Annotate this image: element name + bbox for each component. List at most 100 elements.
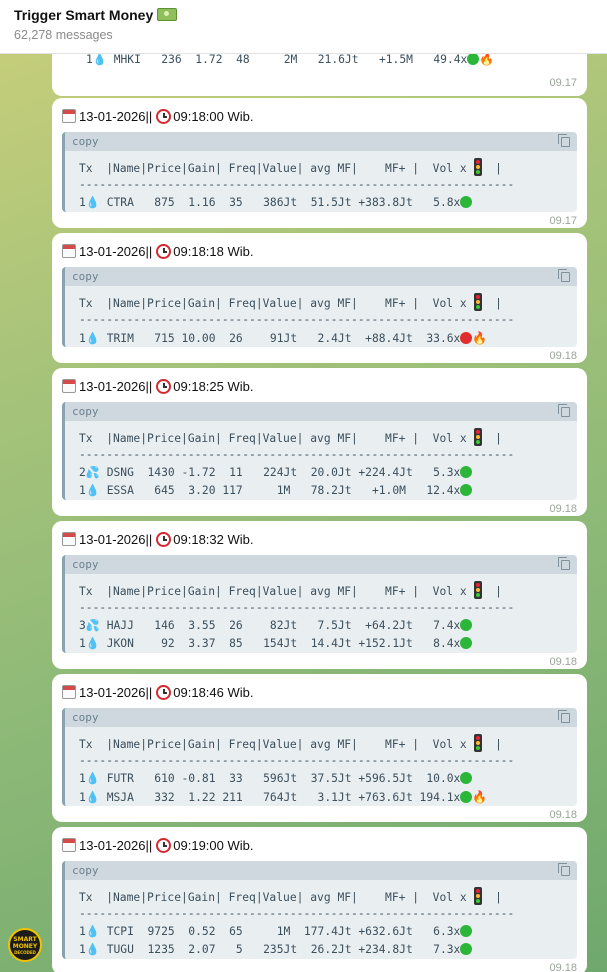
message-feed[interactable]: 1💧 MHKI 236 1.72 48 2M 21.6Jt +1.5M 49.4…	[0, 54, 607, 972]
droplet-icon: 💧	[85, 484, 100, 497]
table-header-row: Tx |Name|Price|Gain| Freq|Value| avg MF|…	[65, 293, 577, 311]
message-header: 13-01-2026 || 09:18:18 Wib.	[62, 241, 577, 261]
alarm-clock-icon	[156, 837, 172, 853]
chat-title: Trigger Smart Money	[14, 7, 593, 23]
fire-icon: 🔥	[472, 331, 488, 345]
table-header-row: Tx |Name|Price|Gain| Freq|Value| avg MF|…	[65, 887, 577, 905]
copy-icon[interactable]	[558, 709, 570, 723]
data-row: 3💦 HAJJ 146 3.55 26 82Jt 7.5Jt +64.2Jt 7…	[65, 617, 577, 635]
copy-icon[interactable]	[558, 133, 570, 147]
traffic-light-icon	[473, 293, 482, 311]
data-row: 1💧 MSJA 332 1.22 211 764Jt 3.1Jt +763.6J…	[79, 790, 488, 804]
green-circle-icon	[460, 925, 473, 937]
code-block-bar: copy	[65, 132, 577, 151]
message-time: 09.17	[549, 77, 577, 89]
green-circle-icon	[460, 791, 473, 803]
calendar-icon	[62, 532, 76, 546]
calendar-icon	[62, 838, 76, 852]
code-block-bar: copy	[65, 267, 577, 286]
traffic-light-icon	[473, 887, 482, 905]
alarm-clock-icon	[156, 378, 172, 394]
message-header: 13-01-2026 || 09:18:46 Wib.	[62, 682, 577, 702]
message-time: 09.18	[549, 962, 577, 972]
calendar-icon	[62, 244, 76, 258]
message-time: 09.18	[549, 809, 577, 821]
table-divider: ----------------------------------------…	[79, 448, 515, 461]
table-header-row: Tx |Name|Price|Gain| Freq|Value| avg MF|…	[65, 734, 577, 752]
data-row: 1💧 CTRA 875 1.16 35 386Jt 51.5Jt +383.8J…	[65, 194, 577, 212]
sweat-droplets-icon: 💦	[85, 466, 100, 479]
calendar-icon	[62, 379, 76, 393]
message-bubble: 13-01-2026 || 09:18:46 Wib. copy Tx |Nam…	[52, 674, 587, 822]
code-block-bar: copy	[65, 402, 577, 421]
code-block[interactable]: copy Tx |Name|Price|Gain| Freq|Value| av…	[62, 861, 577, 959]
message-time: 09.18	[549, 350, 577, 362]
copy-icon[interactable]	[558, 268, 570, 282]
table-divider: ----------------------------------------…	[79, 601, 515, 614]
droplet-icon: 💧	[85, 925, 100, 938]
data-row: 2💦 DSNG 1430 -1.72 11 224Jt 20.0Jt +224.…	[65, 464, 577, 482]
smart-money-logo[interactable]: SMART MONEY DECODED	[8, 928, 42, 962]
code-block[interactable]: copy Tx |Name|Price|Gain| Freq|Value| av…	[62, 132, 577, 212]
droplet-icon: 💧	[92, 54, 107, 66]
data-row: 1💧 TCPI 9725 0.52 65 1M 177.4Jt +632.6Jt…	[65, 923, 577, 941]
code-language-label: copy	[72, 558, 99, 571]
message-bubble: 13-01-2026 || 09:18:18 Wib. copy Tx |Nam…	[52, 233, 587, 363]
green-circle-icon	[460, 772, 473, 784]
message-bubble: 13-01-2026 || 09:18:00 Wib. copy Tx |Nam…	[52, 98, 587, 228]
green-circle-icon	[460, 466, 473, 478]
code-language-label: copy	[72, 405, 99, 418]
calendar-icon	[62, 685, 76, 699]
green-circle-icon	[460, 196, 473, 208]
droplet-icon: 💧	[85, 943, 100, 956]
alarm-clock-icon	[156, 684, 172, 700]
message-time: 09.18	[549, 503, 577, 515]
code-block[interactable]: copy Tx |Name|Price|Gain| Freq|Value| av…	[62, 267, 577, 347]
message-time: 09.17	[549, 215, 577, 227]
data-row: 1💧 TRIM 715 10.00 26 91Jt 2.4Jt +88.4Jt …	[79, 331, 488, 345]
copy-icon[interactable]	[558, 556, 570, 570]
traffic-light-icon	[473, 428, 482, 446]
data-row: 1💧 TUGU 1235 2.07 5 235Jt 26.2Jt +234.8J…	[65, 941, 577, 959]
green-circle-icon	[460, 619, 473, 631]
sweat-droplets-icon: 💦	[85, 619, 100, 632]
message-bubble: 1💧 MHKI 236 1.72 48 2M 21.6Jt +1.5M 49.4…	[52, 54, 587, 96]
data-row: 1💧 ESSA 645 3.20 117 1M 78.2Jt +1.0M 12.…	[65, 482, 577, 500]
code-block[interactable]: copy Tx |Name|Price|Gain| Freq|Value| av…	[62, 555, 577, 653]
chat-header[interactable]: Trigger Smart Money 62,278 messages	[0, 0, 607, 54]
alarm-clock-icon	[156, 243, 172, 259]
money-icon	[157, 8, 178, 21]
table-header-row: Tx |Name|Price|Gain| Freq|Value| avg MF|…	[65, 428, 577, 446]
message-header: 13-01-2026 || 09:19:00 Wib.	[62, 835, 577, 855]
code-language-label: copy	[72, 864, 99, 877]
message-time: 09.18	[549, 656, 577, 668]
droplet-icon: 💧	[85, 791, 100, 804]
droplet-icon: 💧	[85, 637, 100, 650]
code-language-label: copy	[72, 135, 99, 148]
code-language-label: copy	[72, 711, 99, 724]
table-divider: ----------------------------------------…	[79, 907, 515, 920]
droplet-icon: 💧	[85, 772, 100, 785]
table-header-row: Tx |Name|Price|Gain| Freq|Value| avg MF|…	[65, 581, 577, 599]
data-row: 1💧 FUTR 610 -0.81 33 596Jt 37.5Jt +596.5…	[65, 770, 577, 788]
code-block-bar: copy	[65, 708, 577, 727]
green-circle-icon	[460, 484, 473, 496]
traffic-light-icon	[473, 581, 482, 599]
message-bubble: 13-01-2026 || 09:18:32 Wib. copy Tx |Nam…	[52, 521, 587, 669]
alarm-clock-icon	[156, 108, 172, 124]
code-block[interactable]: copy Tx |Name|Price|Gain| Freq|Value| av…	[62, 402, 577, 500]
table-divider: ----------------------------------------…	[79, 313, 515, 326]
table-divider: ----------------------------------------…	[79, 178, 515, 191]
copy-icon[interactable]	[558, 403, 570, 417]
code-block[interactable]: copy Tx |Name|Price|Gain| Freq|Value| av…	[62, 708, 577, 806]
code-language-label: copy	[72, 270, 99, 283]
fire-icon: 🔥	[479, 54, 495, 66]
table-header-row: Tx |Name|Price|Gain| Freq|Value| avg MF|…	[65, 158, 577, 176]
message-count: 62,278 messages	[14, 28, 113, 42]
code-block-bar: copy	[65, 555, 577, 574]
green-circle-icon	[460, 943, 473, 955]
copy-icon[interactable]	[558, 862, 570, 876]
fire-icon: 🔥	[472, 790, 488, 804]
red-circle-icon	[460, 332, 473, 344]
green-circle-icon	[460, 637, 473, 649]
